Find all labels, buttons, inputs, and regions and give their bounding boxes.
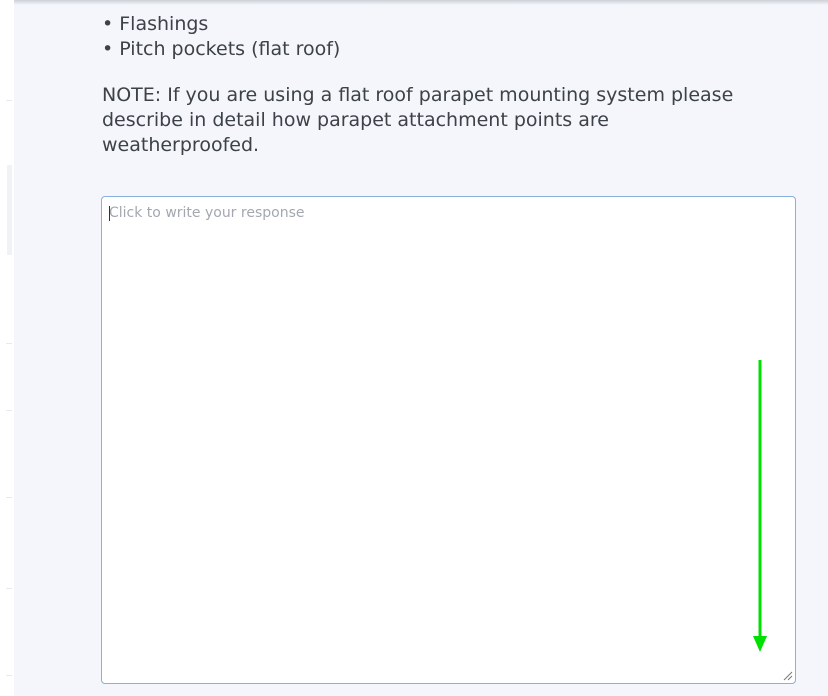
bullet-item-flashings: • Flashings (102, 13, 209, 35)
question-text: • Flashings • Pitch pockets (flat roof) … (102, 12, 792, 158)
gutter-divider (6, 410, 12, 411)
question-note: NOTE: If you are using a flat roof parap… (102, 84, 734, 156)
text-caret (109, 206, 110, 221)
gutter-divider (6, 100, 12, 101)
response-textarea[interactable]: Click to write your response (101, 196, 796, 684)
bullet-item-pitch-pockets: • Pitch pockets (flat roof) (102, 38, 341, 60)
arrow-down-icon (753, 360, 767, 652)
gutter-divider (6, 675, 12, 676)
top-shadow (14, 0, 828, 5)
response-placeholder: Click to write your response (109, 205, 305, 221)
left-gutter (0, 0, 14, 696)
resize-grip-icon[interactable] (783, 671, 793, 681)
gutter-divider (6, 343, 12, 344)
gutter-block (7, 165, 12, 255)
gutter-divider (6, 588, 12, 589)
gutter-divider (6, 497, 12, 498)
